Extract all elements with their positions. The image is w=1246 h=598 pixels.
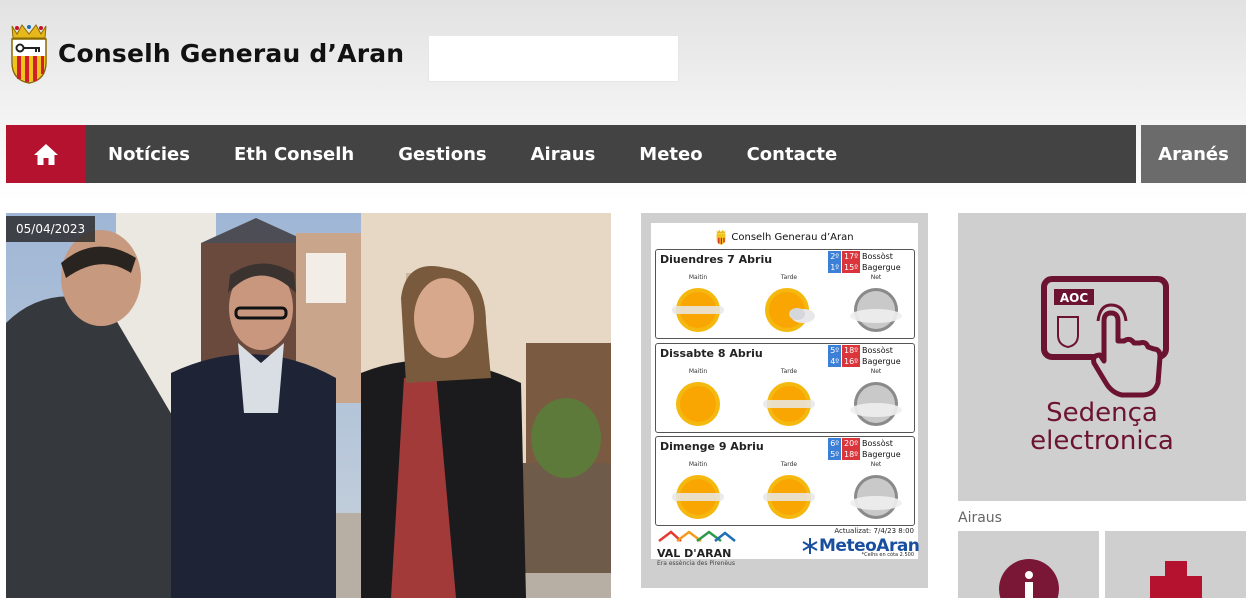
coat-of-arms-icon (717, 229, 726, 245)
temp-location: Bossòst (862, 346, 893, 355)
airaus-health-tile[interactable] (1105, 531, 1246, 598)
nav-item-meteo[interactable]: Meteo (617, 144, 724, 165)
period-label: Tarde (780, 274, 798, 281)
temp-location: Bossòst (862, 439, 893, 448)
sede-label-line2: electronica (1030, 426, 1174, 456)
snowflake-icon (802, 538, 818, 554)
temp-min: 5º (828, 345, 842, 356)
meteo-header-title: Conselh Generau d’Aran (731, 231, 854, 243)
sun-haze-icon (672, 475, 724, 519)
period-label: Tarde (780, 461, 798, 468)
temp-max: 17º (842, 251, 860, 262)
home-icon (34, 144, 58, 165)
sun-icon (676, 382, 720, 426)
airaus-section-label: Airaus (958, 510, 1002, 526)
meteo-header: Conselh Generau d’Aran (651, 227, 918, 247)
temp-max: 15º (842, 262, 860, 273)
temp-location: Bagergue (862, 450, 901, 459)
period-label: Maitin (688, 461, 708, 468)
temp-max: 18º (842, 345, 860, 356)
info-icon (999, 559, 1059, 598)
language-selector[interactable]: Aranés (1141, 125, 1246, 183)
moon-cloud-icon (850, 475, 902, 519)
sun-haze-icon (763, 382, 815, 426)
sede-label-line1: Sedença (1046, 398, 1158, 428)
forecast-day-1: Diuendres 7 Abriu 2º 17º Bossòst 1º 15º Bage… (655, 249, 915, 339)
forecast-day-2: Dissabte 8 Abriu 5º 18º Bossòst 4º 16º Bager… (655, 343, 915, 433)
temp-max: 16º (842, 356, 860, 367)
coat-of-arms-icon (11, 24, 47, 84)
meteo-forecast-card[interactable]: Conselh Generau d’Aran Diuendres 7 Abriu… (641, 213, 928, 588)
aoc-label: AOC (1060, 291, 1088, 305)
val-aran-tagline: Era essència des Pirenèus (657, 560, 735, 567)
meteo-updated: Actualizat: 7/4/23 8:00 (834, 527, 914, 535)
forecast-temps: 5º 18º Bossòst 4º 16º Bagergue (828, 345, 901, 367)
search-input[interactable] (428, 35, 679, 82)
mountains-icon (658, 530, 736, 542)
news-feature-photo[interactable]: 05/04/2023 (6, 213, 611, 598)
temp-location: Bagergue (862, 357, 901, 366)
period-label: Net (870, 274, 882, 281)
airaus-info-tile[interactable] (958, 531, 1099, 598)
period-label: Net (870, 461, 882, 468)
touch-screen-icon: AOC (1041, 276, 1169, 398)
nav-item-gestions[interactable]: Gestions (376, 144, 508, 165)
news-photo (6, 213, 611, 598)
site-title: Conselh Generau d’Aran (58, 38, 405, 68)
moon-cloud-icon (850, 288, 902, 332)
forecast-day-name: Dissabte 8 Abriu (660, 347, 763, 360)
sun-cloud-icon (765, 288, 815, 332)
temp-max: 18º (842, 449, 860, 460)
nav-item-airaus[interactable]: Airaus (509, 144, 618, 165)
forecast-day-3: Dimenge 9 Abriu 6º 20º Bossòst 5º 18º Bagerg… (655, 436, 915, 526)
meteo-footer: VAL D'ARAN Era essència des Pirenèus Act… (651, 523, 920, 567)
temp-location: Bossòst (862, 252, 893, 261)
temp-min: 5º (828, 449, 842, 460)
period-label: Net (870, 368, 882, 375)
site-logo[interactable]: Conselh Generau d’Aran (8, 22, 404, 84)
nav-item-contacte[interactable]: Contacte (725, 144, 860, 165)
forecast-temps: 6º 20º Bossòst 5º 18º Bagergue (828, 438, 901, 460)
temp-location: Bagergue (862, 263, 901, 272)
meteo-note: *Celhs en còta 2.500 (861, 552, 914, 558)
sede-electronica-label: Sedença electronica (958, 399, 1246, 455)
nav-home-button[interactable] (6, 125, 86, 183)
main-nav: Notícies Eth Conselh Gestions Airaus Met… (6, 125, 1136, 183)
val-aran-title: VAL D'ARAN (657, 547, 732, 560)
temp-min: 4º (828, 356, 842, 367)
moon-cloud-icon (850, 382, 902, 426)
news-date-badge: 05/04/2023 (6, 216, 96, 242)
temp-min: 2º (828, 251, 842, 262)
sun-haze-icon (763, 475, 815, 519)
forecast-day-name: Dimenge 9 Abriu (660, 440, 764, 453)
temp-min: 1º (828, 262, 842, 273)
temp-max: 20º (842, 438, 860, 449)
period-label: Maitin (688, 274, 708, 281)
period-label: Maitin (688, 368, 708, 375)
val-aran-logo: VAL D'ARAN Era essència des Pirenèus (657, 527, 737, 567)
site-header: Conselh Generau d’Aran (0, 0, 1246, 125)
sun-haze-icon (672, 288, 724, 332)
nav-item-noticies[interactable]: Notícies (86, 144, 212, 165)
sede-electronica-tile[interactable]: AOC Sedença electronica (958, 213, 1246, 501)
forecast-day-name: Diuendres 7 Abriu (660, 253, 773, 266)
temp-min: 6º (828, 438, 842, 449)
period-label: Tarde (780, 368, 798, 375)
medical-cross-icon (1150, 561, 1202, 598)
meteo-forecast-image: Conselh Generau d’Aran Diuendres 7 Abriu… (651, 223, 920, 567)
nav-item-eth-conselh[interactable]: Eth Conselh (212, 144, 376, 165)
forecast-temps: 2º 17º Bossòst 1º 15º Bagergue (828, 251, 901, 273)
